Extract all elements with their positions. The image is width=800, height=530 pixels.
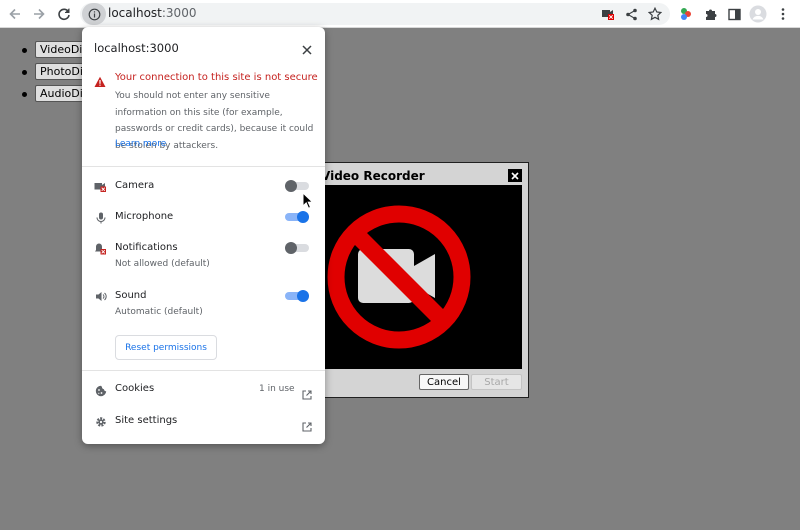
video-recorder-dialog: Video Recorder Cancel Start	[312, 162, 529, 398]
notifications-toggle[interactable]	[285, 241, 309, 255]
permission-label-microphone: Microphone	[115, 211, 174, 222]
bullet	[22, 92, 27, 97]
camera-toggle[interactable]	[285, 179, 309, 193]
toggle-knob	[285, 180, 297, 192]
bullet	[22, 70, 27, 75]
toggle-knob	[285, 242, 297, 254]
forward-icon[interactable]	[30, 5, 48, 23]
site-info-button[interactable]	[82, 3, 106, 25]
url-host: localhost	[108, 6, 162, 20]
gear-icon	[94, 415, 107, 428]
dialog-close-button[interactable]	[508, 169, 522, 182]
external-link-icon[interactable]	[302, 417, 312, 432]
permission-sub-notifications: Not allowed (default)	[115, 259, 210, 269]
share-icon[interactable]	[622, 5, 640, 23]
side-panel-icon[interactable]	[725, 5, 743, 23]
permission-label-notifications: Notifications	[115, 242, 178, 253]
info-icon	[88, 8, 100, 20]
video-preview	[319, 185, 522, 369]
browser-toolbar: localhost:3000	[0, 0, 800, 28]
camera-blocked-icon	[94, 180, 107, 193]
mouse-cursor	[302, 191, 314, 210]
cookies-count: 1 in use	[259, 384, 295, 394]
notifications-blocked-icon	[94, 242, 107, 255]
close-icon	[302, 45, 312, 55]
cookies-label[interactable]: Cookies	[115, 383, 154, 394]
popup-title: localhost:3000	[94, 41, 179, 55]
close-icon	[511, 171, 519, 180]
start-button[interactable]: Start	[471, 374, 522, 390]
menu-kebab-icon[interactable]	[774, 5, 792, 23]
permission-label-camera: Camera	[115, 180, 155, 191]
learn-more-link[interactable]: Learn more	[115, 139, 166, 149]
external-link-icon[interactable]	[302, 385, 312, 400]
extensions-puzzle-icon[interactable]	[701, 5, 719, 23]
popup-close-button[interactable]	[301, 41, 313, 55]
camera-blocked-icon[interactable]	[599, 5, 617, 23]
site-settings-label[interactable]: Site settings	[115, 415, 177, 426]
dialog-title: Video Recorder	[321, 169, 425, 183]
profile-avatar[interactable]	[749, 5, 767, 23]
toggle-knob	[297, 290, 309, 302]
reset-permissions-button[interactable]: Reset permissions	[115, 335, 217, 360]
warning-icon	[94, 73, 106, 87]
back-icon[interactable]	[6, 5, 24, 23]
microphone-icon	[94, 211, 107, 224]
divider	[82, 166, 325, 167]
extension-app-icon[interactable]	[677, 5, 695, 23]
toggle-knob	[297, 211, 309, 223]
warning-title: Your connection to this site is not secu…	[115, 72, 318, 83]
cookie-icon	[94, 384, 107, 397]
microphone-toggle[interactable]	[285, 210, 309, 224]
bookmark-star-icon[interactable]	[646, 5, 664, 23]
reload-icon[interactable]	[55, 5, 73, 23]
sound-toggle[interactable]	[285, 289, 309, 303]
url-port: :3000	[161, 6, 197, 20]
bullet	[22, 48, 27, 53]
camera-blocked-icon	[327, 205, 471, 349]
divider	[82, 370, 325, 371]
permission-label-sound: Sound	[115, 290, 147, 301]
permission-sub-sound: Automatic (default)	[115, 307, 203, 317]
url-text: localhost:3000	[108, 6, 196, 20]
site-info-popup: localhost:3000 Your connection to this s…	[82, 27, 325, 444]
cancel-button[interactable]: Cancel	[419, 374, 469, 390]
sound-icon	[94, 290, 107, 303]
